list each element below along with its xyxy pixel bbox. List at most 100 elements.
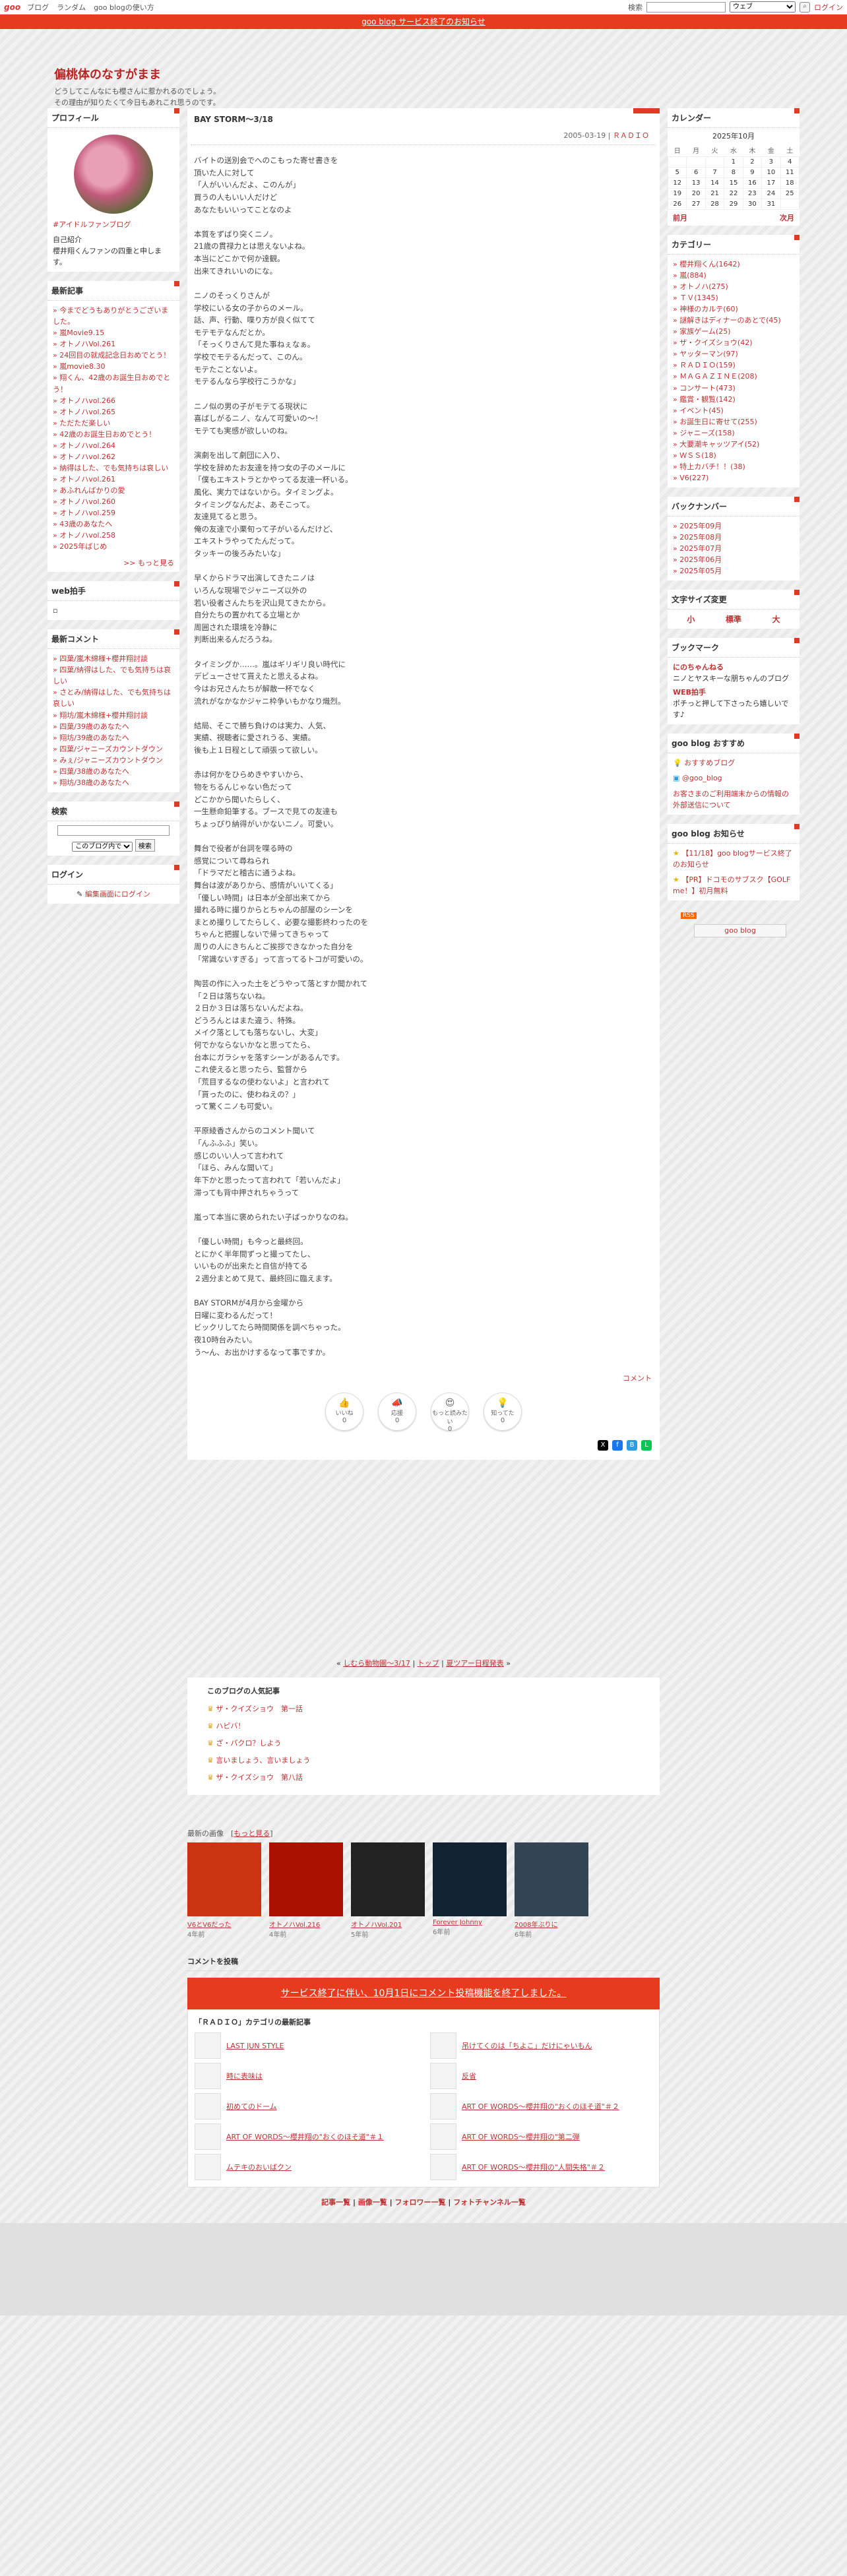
backnumber-link[interactable]: 2025年08月: [673, 532, 794, 543]
calendar-day[interactable]: 13: [686, 177, 706, 189]
category-link[interactable]: ＭＡＧＡＺＩＮＥ(208): [673, 371, 794, 382]
nav-link-random[interactable]: ランダム: [57, 2, 86, 13]
hatena-share-icon[interactable]: B: [627, 1440, 637, 1451]
calendar-day[interactable]: 30: [742, 199, 763, 210]
goo-info-link-2[interactable]: 【PR】ドコモのサブスク【GOLF me！】初月無料: [673, 875, 790, 895]
top-search-input[interactable]: [646, 1, 726, 13]
calendar-prev[interactable]: 前月: [673, 212, 687, 223]
popular-item[interactable]: ざ・パクロ？しよう: [207, 1734, 640, 1751]
calendar-next[interactable]: 次月: [780, 212, 794, 223]
rss-icon[interactable]: RSS: [681, 912, 697, 919]
category-link[interactable]: ＴＶ(1345): [673, 292, 794, 303]
editor-login-link[interactable]: 編集画面にログイン: [85, 890, 150, 898]
category-latest-link[interactable]: ART OF WORDS〜櫻井翔の"おくのほそ道"＃１: [226, 2131, 384, 2142]
calendar-day[interactable]: 11: [780, 167, 800, 178]
article-thumbnail-icon[interactable]: [430, 2154, 456, 2181]
goo-logo[interactable]: goo: [4, 3, 20, 12]
calendar-day[interactable]: 10: [761, 167, 781, 178]
calendar-day[interactable]: 28: [705, 199, 725, 210]
comment-link[interactable]: みぇ/ジャニーズカウントダウン: [53, 755, 174, 766]
blog-search-input[interactable]: [57, 825, 170, 836]
entry-category[interactable]: ＲＡＤＩＯ: [613, 131, 649, 140]
recent-post-link[interactable]: オトノハvol.259: [53, 507, 174, 518]
category-link[interactable]: ジャニーズ(158): [673, 427, 794, 439]
calendar-day[interactable]: 26: [667, 199, 687, 210]
calendar-day[interactable]: 29: [724, 199, 743, 210]
category-link[interactable]: コンサート(473): [673, 383, 794, 394]
category-link[interactable]: お誕生日に寄せて(255): [673, 416, 794, 427]
webclap-image-icon[interactable]: ▫: [53, 606, 57, 615]
bookmark-link-2[interactable]: WEB拍手: [673, 687, 794, 698]
blog-search-scope[interactable]: このブログ内で: [72, 842, 133, 852]
entry-comment-link[interactable]: コメント: [623, 1374, 652, 1383]
nav-link-blog[interactable]: ブログ: [27, 2, 49, 13]
line-share-icon[interactable]: L: [641, 1440, 652, 1451]
recent-post-link[interactable]: オトノハvol.266: [53, 395, 174, 406]
thumbnail-title[interactable]: 2008年ぶりに: [515, 1919, 588, 1929]
category-link[interactable]: ザ・クイズショウ(42): [673, 337, 794, 348]
calendar-day[interactable]: 20: [686, 188, 706, 199]
category-latest-item[interactable]: 吊けてくのは「ちよこ」だけにゃいもん: [430, 2032, 652, 2059]
recent-more-link[interactable]: >> もっと見る: [123, 559, 174, 567]
recent-post-link[interactable]: オトノハvol.260: [53, 496, 174, 507]
goo-blog-twitter-link[interactable]: @goo_blog: [682, 774, 722, 782]
category-latest-item[interactable]: ムテキのおいばクン: [195, 2154, 417, 2181]
footer-link[interactable]: フォトチャンネル一覧: [453, 2198, 526, 2207]
category-link[interactable]: 謎解きはディナーのあとで(45): [673, 315, 794, 326]
calendar-day[interactable]: 24: [761, 188, 781, 199]
external-transmission-link[interactable]: お客さまのご利用端末からの情報の外部送信について: [673, 790, 789, 809]
calendar-day[interactable]: 14: [705, 177, 725, 189]
calendar-day[interactable]: 9: [742, 167, 763, 178]
comment-link[interactable]: 四葉/39歳のあなたへ: [53, 721, 174, 732]
category-latest-link[interactable]: ART OF WORDS〜櫻井翔の"おくのほそ道"＃２: [462, 2101, 619, 2112]
recent-post-link[interactable]: 2025年ばじめ: [53, 541, 174, 552]
search-scope-select[interactable]: ウェブ: [730, 1, 796, 13]
recent-post-link[interactable]: オトノハvol.264: [53, 440, 174, 451]
thumbnail-image[interactable]: [351, 1842, 425, 1917]
calendar-day[interactable]: 16: [742, 177, 763, 189]
comment-link[interactable]: 四葉/嵐木綿様+櫻井翔討談: [53, 653, 174, 664]
category-link[interactable]: 嵐(884): [673, 270, 794, 281]
thumbnail-item[interactable]: オトノハVol.201 5年前: [351, 1842, 425, 1939]
calendar-day[interactable]: 1: [724, 156, 743, 168]
category-link[interactable]: イベント(45): [673, 405, 794, 416]
calendar-day[interactable]: 12: [667, 177, 687, 189]
footer-link[interactable]: 画像一覧: [358, 2198, 387, 2207]
category-link[interactable]: ＲＡＤＩＯ(159): [673, 360, 794, 371]
calendar-day[interactable]: 3: [761, 156, 781, 168]
category-latest-item[interactable]: ART OF WORDS〜櫻井翔の"おくのほそ道"＃２: [430, 2093, 652, 2120]
backnumber-link[interactable]: 2025年07月: [673, 543, 794, 554]
bookmark-link-1[interactable]: にのちゃんねる: [673, 662, 794, 673]
fontsize-large[interactable]: 大: [772, 613, 780, 625]
thumbnail-image[interactable]: [515, 1842, 588, 1917]
category-link[interactable]: 神様のカルテ(60): [673, 303, 794, 315]
recent-post-link[interactable]: 42歳のお誕生日おめでとう！: [53, 429, 174, 440]
blog-title[interactable]: 偏桃体のなすがまま: [54, 65, 800, 82]
calendar-day[interactable]: 31: [761, 199, 781, 210]
popular-item[interactable]: 言いましょう、言いましょう: [207, 1751, 640, 1769]
calendar-day[interactable]: 4: [780, 156, 800, 168]
category-latest-item[interactable]: ART OF WORDS〜櫻井翔の"人間失格"＃２: [430, 2154, 652, 2181]
category-latest-item[interactable]: LAST JUN STYLE: [195, 2032, 417, 2059]
comment-link[interactable]: 四葉/ジャニーズカウントダウン: [53, 743, 174, 755]
calendar-day[interactable]: 2: [742, 156, 763, 168]
backnumber-link[interactable]: 2025年05月: [673, 565, 794, 577]
recent-post-link[interactable]: オトノハvol.265: [53, 406, 174, 418]
service-end-link[interactable]: goo blog サービス終了のお知らせ: [361, 17, 486, 26]
entry-title[interactable]: BAY STORM〜3/18: [187, 108, 660, 130]
article-thumbnail-icon[interactable]: [430, 2093, 456, 2120]
category-link[interactable]: 家族ゲーム(25): [673, 326, 794, 337]
category-link[interactable]: 大要潮キャッツアイ(52): [673, 439, 794, 450]
reaction-button[interactable]: 💡 知ってた 0: [484, 1393, 522, 1431]
comment-link[interactable]: 翔坊/嵐木綿様+櫻井翔討談: [53, 710, 174, 721]
thumbnail-title[interactable]: オトノハVol.201: [351, 1919, 425, 1929]
fontsize-medium[interactable]: 標準: [726, 613, 741, 625]
thumbnail-item[interactable]: V6とV6だった 4年前: [187, 1842, 261, 1939]
comment-link[interactable]: 四葉/納得はした、でも気持ちは哀しい: [53, 664, 174, 687]
top-link[interactable]: トップ: [418, 1659, 439, 1668]
calendar-day[interactable]: 19: [667, 188, 687, 199]
article-thumbnail-icon[interactable]: [430, 2063, 456, 2090]
category-link[interactable]: 櫻井翔くん(1642): [673, 259, 794, 270]
next-entry-link[interactable]: 夏ツアー日程発表: [446, 1659, 503, 1668]
article-thumbnail-icon[interactable]: [195, 2123, 221, 2151]
